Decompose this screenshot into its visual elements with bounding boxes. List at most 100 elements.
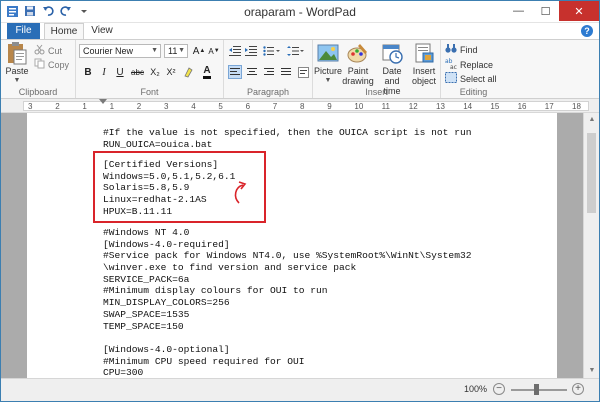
highlighter-icon[interactable] [182,65,196,79]
first-line-indent-marker[interactable] [99,99,107,104]
ruler-number: 1 [109,102,115,111]
line-spacing-icon[interactable] [286,44,306,58]
document-area: #If the value is not specified, then the… [1,113,583,378]
ruler-number: 14 [463,102,473,111]
picture-button[interactable]: Picture ▼ [314,42,342,86]
document-line: SWAP_SPACE=1535 [103,308,190,320]
clipboard-group: Paste ▼ Cut Copy Clipboard [1,40,76,98]
save-icon[interactable] [23,4,37,18]
wordpad-window: oraparam - WordPad — ☐ ✕ File Home View … [0,0,600,402]
shrink-font-icon[interactable]: A ▼ [207,44,221,58]
font-family-select[interactable]: Courier New ▼ [79,44,161,58]
help-icon[interactable]: ? [581,25,593,37]
strikethrough-button[interactable]: abc [129,65,146,79]
paint-drawing-label-line1: Paint [347,66,369,76]
insert-object-button[interactable]: Insert object [410,42,438,86]
tab-home[interactable]: Home [44,23,84,39]
paste-button[interactable]: Paste ▼ [5,42,29,86]
window-controls: — ☐ ✕ [505,1,599,21]
document-line: #If the value is not specified, then the… [103,127,472,138]
customize-toolbar-icon[interactable] [77,4,91,18]
ruler-number: 17 [544,102,554,111]
document-line: MIN_DISPLAY_COLORS=256 [103,297,230,309]
ruler-number: 15 [490,102,500,111]
select-all-button[interactable]: Select all [445,72,497,85]
find-label: Find [460,44,478,55]
superscript-button[interactable]: X² [164,65,178,79]
ruler-number: 18 [572,102,581,111]
bold-button[interactable]: B [81,65,95,79]
calendar-clock-icon [380,42,404,64]
copy-button[interactable]: Copy [34,58,69,71]
ruler-number: 3 [164,102,169,111]
zoom-slider-thumb[interactable] [534,384,539,395]
replace-label: Replace [460,59,494,70]
tab-view[interactable]: View [87,23,117,39]
zoom-slider-track[interactable] [511,389,567,391]
tab-file[interactable]: File [7,23,40,39]
grow-font-icon[interactable]: A ▲ [192,44,206,58]
scissors-icon [34,44,45,57]
replace-button[interactable]: ab ac Replace [445,58,493,71]
document-page[interactable]: #If the value is not specified, then the… [27,113,557,378]
undo-icon[interactable] [41,4,55,18]
copy-label: Copy [48,59,70,70]
replace-icon: ab ac [445,58,457,71]
document-line: SERVICE_PACK=6a [103,273,190,285]
align-center-icon[interactable] [245,65,259,79]
cut-label: Cut [48,45,63,56]
document-line: #Minimum display colours for OUI to run [103,285,328,297]
document-line: TEMP_SPACE=150 [103,320,184,332]
minimize-button[interactable]: — [505,1,532,21]
redo-icon[interactable] [59,4,73,18]
ruler-number: 12 [408,102,418,111]
justify-icon[interactable] [279,65,293,79]
font-group-label: Font [140,87,159,97]
zoom-in-button[interactable]: + [572,383,584,395]
chevron-down-icon: ▼ [151,47,158,54]
ruler-number: 7 [272,102,278,111]
list-bullets-icon[interactable] [262,44,282,58]
ruler[interactable]: 3 2 1 1 2 3 4 5 6 7 8 9 10 11 12 13 14 15 16 17 18 [1,99,599,113]
subscript-button[interactable]: X₂ [148,65,162,79]
document-line: [Windows-4.0-optional] [103,343,230,355]
wordpad-app-icon[interactable] [5,4,19,18]
close-button[interactable]: ✕ [559,1,599,21]
find-button[interactable]: Find [445,43,478,56]
maximize-button[interactable]: ☐ [532,1,559,21]
zoom-level: 100% [464,384,488,394]
font-color-icon[interactable]: A [200,65,214,79]
select-all-icon [445,72,457,85]
align-left-icon[interactable] [228,65,242,79]
font-group: Courier New ▼ 11 ▼ A ▲ A ▼ B I U abc X₂ X²… [76,40,224,98]
cut-button[interactable]: Cut [34,44,62,57]
editing-group-label: Editing [459,87,488,97]
font-family-value: Courier New [83,46,134,56]
align-right-icon[interactable] [262,65,276,79]
annotation-arrow [234,181,247,204]
paint-drawing-label-line2: drawing [342,76,374,86]
chevron-down-icon: ▼ [178,47,185,54]
italic-button[interactable]: I [97,65,111,79]
font-size-select[interactable]: 11 ▼ [164,44,188,58]
ruler-number: 4 [191,102,196,111]
ruler-number: 11 [381,102,390,111]
ruler-number: 1 [82,102,87,111]
scroll-down-icon[interactable]: ▼ [584,364,600,378]
decrease-indent-icon[interactable] [228,44,242,58]
vertical-scrollbar[interactable]: ▲ ▼ [583,113,599,378]
paint-drawing-button[interactable]: Paint drawing [342,42,374,86]
ribbon-tab-row: File Home View ? [1,23,599,39]
document-line: \winver.exe to find version and service … [103,262,357,274]
ruler-number: 8 [300,102,305,111]
scroll-up-icon[interactable]: ▲ [584,113,600,127]
zoom-out-button[interactable]: − [493,383,505,395]
date-time-label-line1: Date and [382,66,402,86]
increase-indent-icon[interactable] [244,44,258,58]
copy-icon [34,58,45,71]
text-block-windows-config: #Windows NT 4.0 [Windows-4.0-required] #Se… [103,227,471,378]
ruler-number: 5 [218,102,223,111]
underline-button[interactable]: U [113,65,127,79]
paragraph-settings-icon[interactable] [296,65,310,79]
scroll-thumb[interactable] [587,133,596,213]
